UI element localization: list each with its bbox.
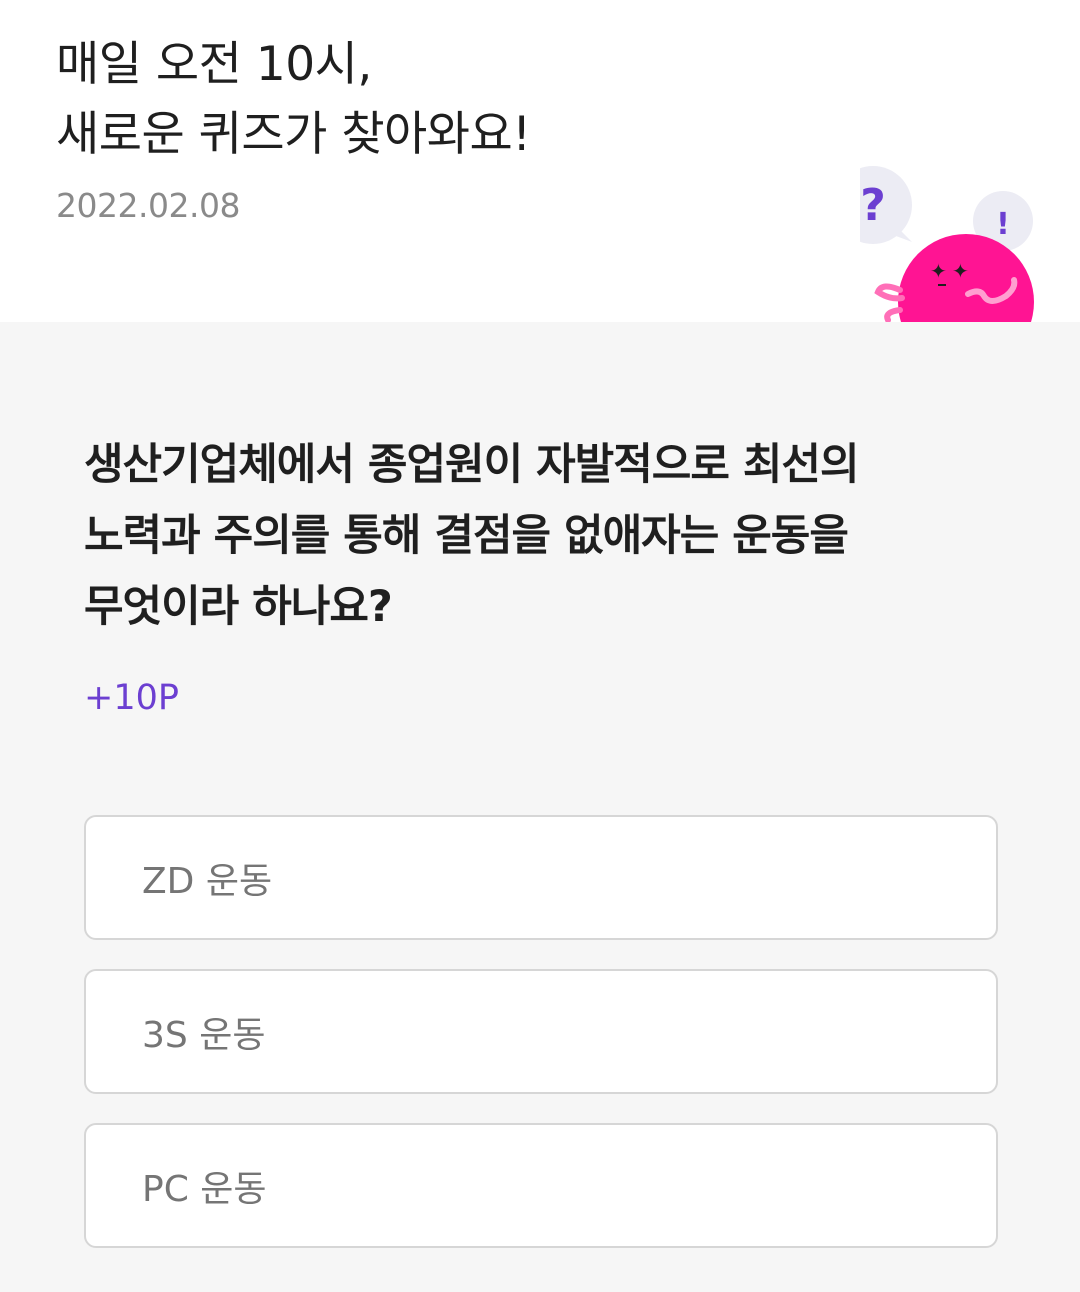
question-mark: ? [860, 180, 886, 231]
question-line-2: 노력과 주의를 통해 결점을 없애자는 운동을 [84, 511, 849, 561]
question-line-1: 생산기업체에서 종업원이 자발적으로 최선의 [84, 440, 860, 490]
header-section: 매일 오전 10시, 새로운 퀴즈가 찾아와요! 2022.02.08 ? ! … [0, 0, 1080, 322]
answer-options: ZD 운동 3S 운동 PC 운동 [84, 815, 998, 1277]
quiz-date: 2022.02.08 [56, 186, 240, 225]
svg-text:✦: ✦ [930, 259, 947, 283]
page-title: 매일 오전 10시, 새로운 퀴즈가 찾아와요! [56, 30, 531, 170]
question-line-3: 무엇이라 하나요? [84, 582, 393, 632]
exclamation-mark: ! [996, 207, 1010, 242]
answer-option-3[interactable]: PC 운동 [84, 1123, 998, 1248]
answer-option-2[interactable]: 3S 운동 [84, 969, 998, 1094]
mascot-icon: ? ! ✦ ✦ [860, 166, 1034, 322]
mascot-illustration: ? ! ✦ ✦ [860, 160, 1060, 322]
answer-option-label: PC 운동 [142, 1168, 267, 1210]
answer-option-1[interactable]: ZD 운동 [84, 815, 998, 940]
headline-line-2: 새로운 퀴즈가 찾아와요! [56, 107, 531, 162]
headline-line-1: 매일 오전 10시, [56, 37, 372, 92]
question-text: 생산기업체에서 종업원이 자발적으로 최선의 노력과 주의를 통해 결점을 없애… [84, 430, 1004, 643]
answer-option-label: 3S 운동 [142, 1014, 266, 1056]
quiz-question: 생산기업체에서 종업원이 자발적으로 최선의 노력과 주의를 통해 결점을 없애… [84, 430, 1004, 643]
reward-points: +10P [84, 678, 179, 718]
answer-option-label: ZD 운동 [142, 860, 273, 902]
svg-text:✦: ✦ [952, 259, 969, 283]
